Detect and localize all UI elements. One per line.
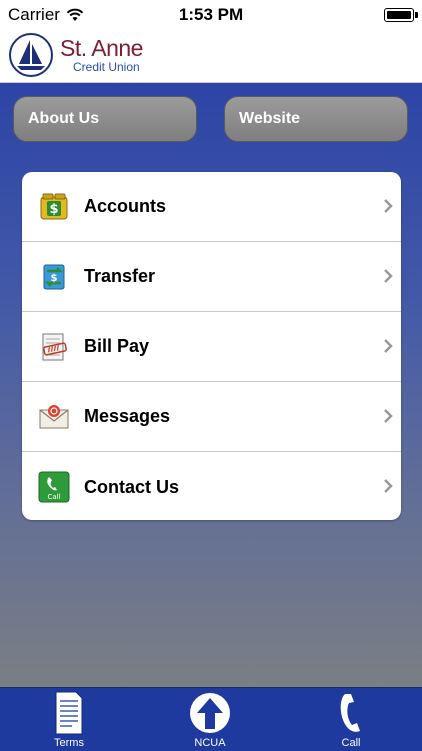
menu-item-contact-us[interactable]: Call Contact Us [22, 452, 401, 520]
sailboat-logo-icon [9, 33, 53, 77]
chevron-right-icon [384, 199, 393, 213]
brand-title: St. Anne [60, 35, 143, 61]
menu-item-label: Bill Pay [84, 336, 150, 356]
tab-label: NCUA [194, 737, 226, 749]
about-us-button[interactable]: About Us [13, 96, 197, 142]
menu-item-label: Contact Us [84, 476, 180, 497]
website-button[interactable]: Website [224, 96, 408, 142]
menu-item-messages[interactable]: Messages [22, 382, 401, 452]
tab-bar: Terms NCUA Call [0, 687, 422, 751]
paid-bill-icon [42, 333, 67, 360]
tab-call[interactable]: Call [301, 688, 401, 751]
chevron-right-icon [384, 339, 393, 353]
brand-subtitle: Credit Union [73, 60, 140, 74]
transfer-icon: $ [43, 264, 65, 289]
chevron-right-icon [384, 409, 393, 423]
svg-text:$: $ [49, 202, 58, 217]
menu-item-accounts[interactable]: $ Accounts [22, 172, 401, 242]
menu-item-label: Accounts [84, 196, 167, 216]
envelope-icon [39, 404, 69, 428]
chevron-right-icon [384, 269, 393, 283]
app-header: St. Anne Credit Union [0, 30, 422, 83]
svg-text:$: $ [51, 273, 58, 284]
tab-label: Terms [54, 737, 84, 749]
call-icon: Call [38, 471, 70, 503]
battery-icon [384, 8, 418, 22]
svg-text:Call: Call [47, 493, 60, 501]
main-menu: $ Accounts $ Transfer Bill Pay Messages … [22, 172, 401, 520]
main-content: About Us Website $ Accounts $ Transfer B… [0, 83, 422, 687]
tab-ncua[interactable]: NCUA [160, 688, 260, 751]
status-bar: Carrier 1:53 PM [0, 0, 422, 30]
tab-label: Call [341, 737, 361, 749]
dollar-bag-icon: $ [40, 193, 68, 219]
document-icon [55, 691, 83, 735]
tab-terms[interactable]: Terms [19, 688, 119, 751]
ncua-logo-icon [190, 693, 230, 733]
menu-item-bill-pay[interactable]: Bill Pay [22, 312, 401, 382]
chevron-right-icon [384, 479, 393, 493]
menu-item-label: Transfer [84, 266, 156, 286]
status-time: 1:53 PM [178, 5, 244, 24]
menu-item-transfer[interactable]: $ Transfer [22, 242, 401, 312]
menu-item-label: Messages [84, 406, 171, 426]
phone-icon [340, 694, 360, 732]
